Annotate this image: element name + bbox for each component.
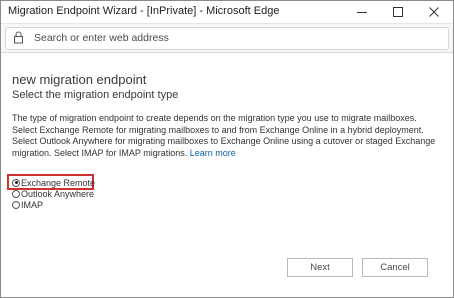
endpoint-type-options: Exchange Remote Outlook Anywhere IMAP — [12, 177, 95, 210]
option-outlook-anywhere[interactable]: Outlook Anywhere — [12, 188, 95, 199]
maximize-button[interactable] — [380, 1, 416, 23]
address-bar: Search or enter web address — [1, 23, 453, 53]
option-label: Outlook Anywhere — [21, 188, 95, 199]
minimize-icon — [357, 12, 367, 13]
option-exchange-remote[interactable]: Exchange Remote — [12, 177, 95, 188]
close-icon — [429, 7, 439, 17]
maximize-icon — [393, 7, 403, 17]
address-placeholder: Search or enter web address — [34, 32, 169, 44]
minimize-button[interactable] — [344, 1, 380, 23]
option-imap[interactable]: IMAP — [12, 199, 95, 210]
description: The type of migration endpoint to create… — [12, 113, 437, 159]
next-button[interactable]: Next — [287, 258, 353, 277]
page-subtitle: Select the migration endpoint type — [12, 89, 179, 101]
address-input[interactable]: Search or enter web address — [5, 27, 449, 50]
learn-more-link[interactable]: Learn more — [190, 148, 236, 158]
cancel-button[interactable]: Cancel — [362, 258, 428, 277]
option-label: Exchange Remote — [21, 177, 96, 188]
radio-button-selected[interactable] — [12, 178, 20, 187]
window-title: Migration Endpoint Wizard - [InPrivate] … — [8, 5, 280, 17]
close-button[interactable] — [416, 1, 452, 23]
radio-button[interactable] — [12, 189, 20, 198]
browser-window: Migration Endpoint Wizard - [InPrivate] … — [0, 0, 454, 298]
title-bar: Migration Endpoint Wizard - [InPrivate] … — [1, 1, 453, 23]
page-title: new migration endpoint — [12, 72, 147, 87]
option-label: IMAP — [21, 199, 44, 210]
lock-icon — [14, 31, 23, 44]
radio-button[interactable] — [12, 200, 20, 209]
